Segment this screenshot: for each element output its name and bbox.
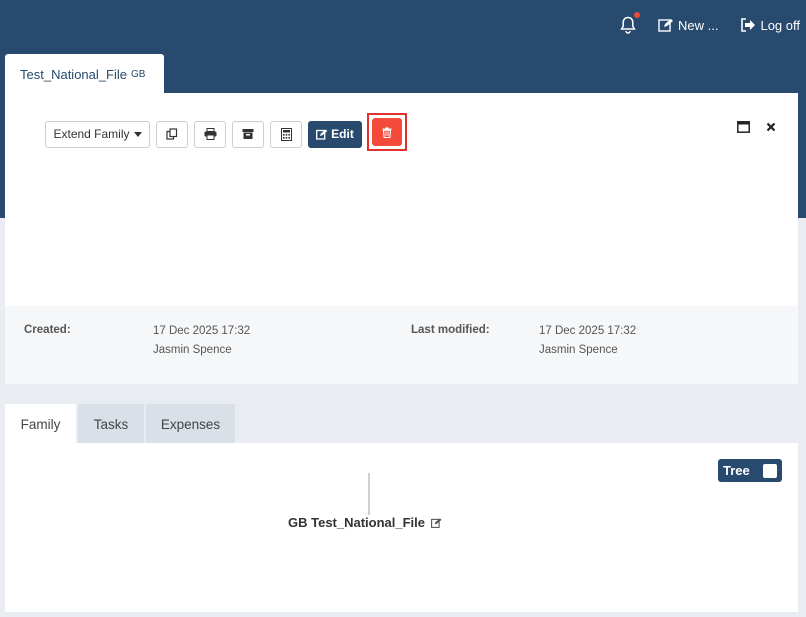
- new-label: New ...: [678, 17, 719, 33]
- print-button[interactable]: [194, 120, 226, 148]
- close-button[interactable]: [766, 122, 776, 132]
- created-by: Jasmin Spence: [153, 344, 232, 356]
- print-icon: [204, 128, 216, 140]
- file-metadata: Created: 17 Dec 2025 17:32 Jasmin Spence…: [5, 306, 798, 384]
- notifications-bell-icon[interactable]: [618, 12, 640, 36]
- logoff-icon: [741, 18, 756, 32]
- extend-family-label: Extend Family: [53, 127, 130, 141]
- tree-toggle-label: Tree: [723, 463, 750, 478]
- extend-family-dropdown[interactable]: Extend Family: [45, 120, 150, 148]
- copy-button[interactable]: [156, 120, 188, 148]
- caret-down-icon: [133, 131, 142, 137]
- maximize-icon: [737, 121, 750, 133]
- file-tab[interactable]: Test_National_File GB: [5, 54, 164, 94]
- archive-button[interactable]: [232, 120, 264, 148]
- edit-label: Edit: [331, 127, 354, 141]
- modified-info: 17 Dec 2025 17:32 Jasmin Spence: [539, 322, 636, 360]
- logoff-label: Log off: [760, 17, 800, 33]
- edit-icon: [316, 129, 328, 140]
- logoff-button[interactable]: Log off: [740, 18, 800, 33]
- tree-connector-line: [368, 473, 370, 515]
- edit-button[interactable]: Edit: [308, 120, 362, 148]
- copy-icon: [166, 128, 178, 140]
- tab-expenses[interactable]: Expenses: [146, 404, 235, 444]
- close-icon: [766, 122, 776, 132]
- tab-tasks[interactable]: Tasks: [78, 404, 144, 444]
- header-actions: New ... Log off: [618, 12, 800, 36]
- toolbar: Extend Family Edit: [45, 113, 407, 151]
- file-card: Extend Family Edit: [5, 93, 798, 306]
- trash-icon: [382, 126, 392, 138]
- modified-label: Last modified:: [411, 324, 490, 336]
- archive-icon: [242, 129, 254, 139]
- created-info: 17 Dec 2025 17:32 Jasmin Spence: [153, 322, 250, 360]
- family-node-label: GB Test_National_File: [288, 515, 426, 530]
- delete-highlight: [367, 113, 407, 151]
- tab-family[interactable]: Family: [5, 404, 76, 444]
- tree-toggle-checkbox[interactable]: [763, 463, 777, 478]
- file-tab-country: GB: [130, 68, 146, 80]
- maximize-button[interactable]: [737, 121, 750, 133]
- created-date: 17 Dec 2025 17:32: [153, 325, 251, 337]
- detail-tabs: Family Tasks Expenses: [5, 404, 237, 444]
- delete-button[interactable]: [372, 118, 402, 146]
- created-label: Created:: [24, 324, 71, 336]
- family-panel: Tree GB Test_National_File: [5, 443, 798, 612]
- calculator-button[interactable]: [270, 120, 302, 148]
- notification-dot: [634, 12, 640, 18]
- window-controls: [721, 121, 776, 133]
- new-button[interactable]: New ...: [658, 18, 718, 33]
- edit-node-icon[interactable]: [431, 517, 442, 528]
- modified-date: 17 Dec 2025 17:32: [539, 325, 637, 337]
- calculator-icon: [280, 127, 292, 141]
- file-tab-title: Test_National_File: [20, 66, 127, 82]
- modified-by: Jasmin Spence: [539, 344, 618, 356]
- family-tree-node[interactable]: GB Test_National_File: [288, 515, 442, 530]
- edit-icon: [658, 19, 673, 32]
- tree-toggle[interactable]: Tree: [718, 459, 782, 482]
